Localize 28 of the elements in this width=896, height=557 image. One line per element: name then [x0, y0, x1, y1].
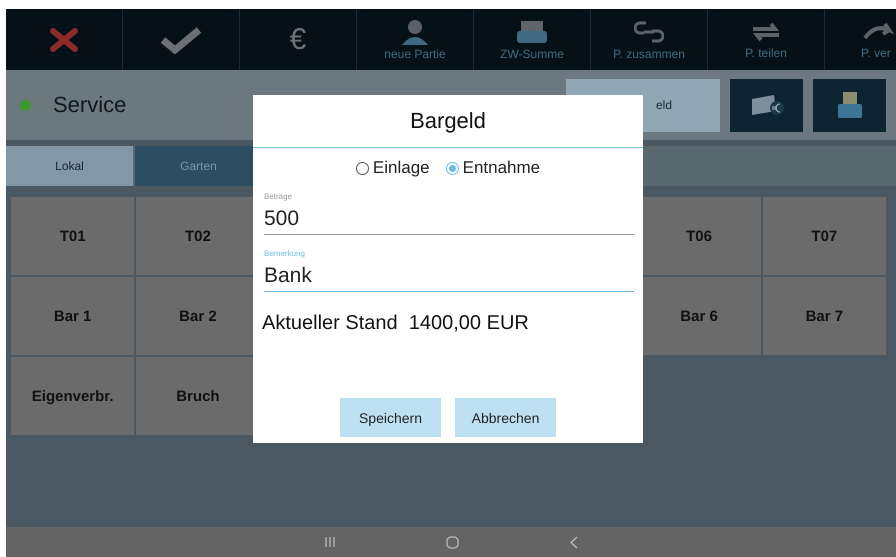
dialog-button[interactable]: Abbrechen [455, 398, 556, 437]
check-icon [159, 26, 203, 54]
balance-text: Aktueller Stand 1400,00 EUR [262, 312, 530, 335]
table-button[interactable]: T07 [762, 197, 886, 275]
table-button[interactable]: Bar 1 [11, 277, 134, 355]
home-icon[interactable] [446, 536, 458, 548]
dialog-title: Bargeld [253, 95, 643, 148]
radio-option[interactable]: Entnahme [446, 158, 540, 178]
back-icon[interactable] [568, 536, 578, 548]
table-button[interactable]: Eigenverbr. [11, 357, 134, 435]
input-field[interactable]: 500 [264, 201, 634, 235]
input-field[interactable]: Bank [264, 258, 634, 292]
field-label: Beträge [264, 192, 294, 201]
table-button[interactable]: Bar 7 [762, 277, 886, 355]
dialog-button[interactable]: Speichern [340, 398, 441, 437]
area-tab[interactable]: Lokal [6, 146, 133, 186]
close-icon [49, 26, 79, 52]
radio-option[interactable]: Einlage [356, 158, 430, 178]
recents-icon[interactable] [324, 536, 336, 548]
euro-icon: € [290, 22, 306, 56]
print-button[interactable] [813, 78, 886, 132]
printer-icon [515, 18, 549, 44]
service-label: Service [53, 92, 128, 118]
cash-drawer-button[interactable] [730, 78, 803, 132]
table-button[interactable]: T01 [11, 197, 134, 275]
chain-icon [634, 18, 664, 44]
field-label: Bemerkung [264, 249, 306, 258]
person-icon [400, 18, 430, 44]
